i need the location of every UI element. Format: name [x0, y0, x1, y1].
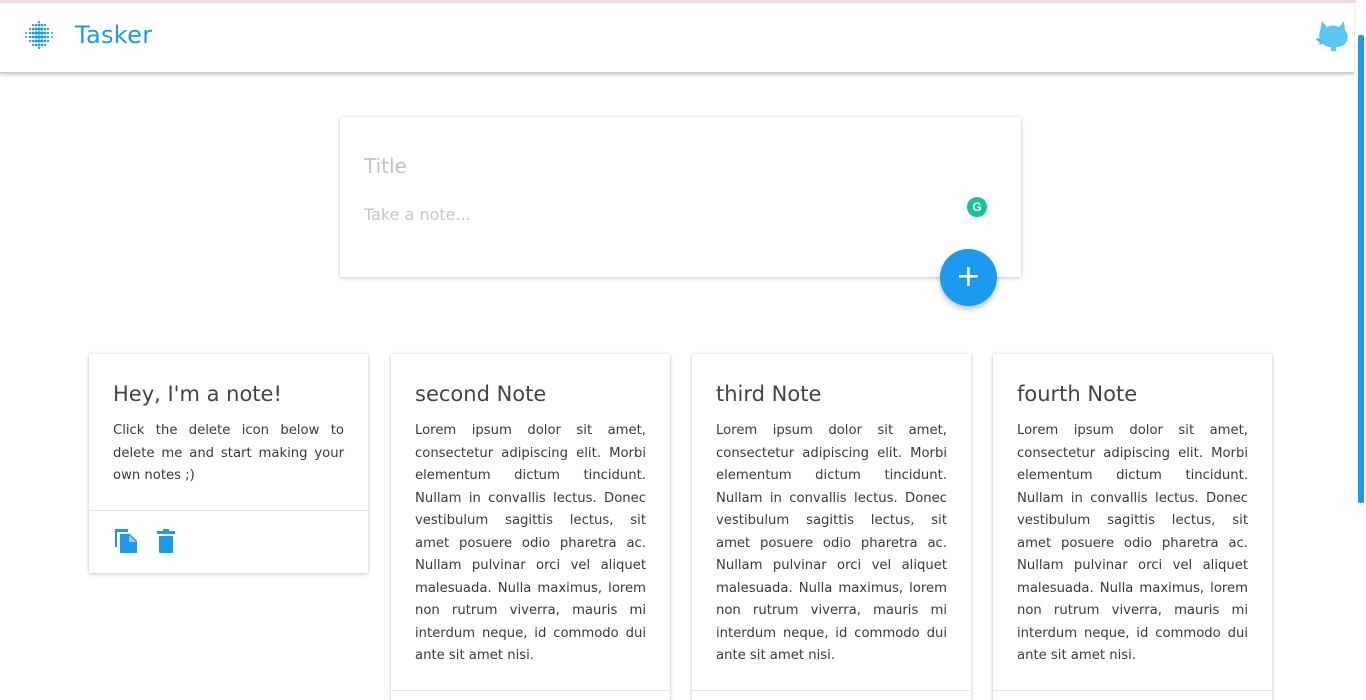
scroll-thumb[interactable] — [1358, 35, 1364, 503]
app-bar: Tasker — [0, 3, 1354, 73]
note-divider — [993, 690, 1272, 691]
delete-button[interactable] — [153, 527, 179, 555]
note-composer: G — [340, 117, 1021, 277]
note-input[interactable] — [364, 205, 944, 231]
note-title: fourth Note — [1017, 382, 1138, 406]
app-title: Tasker — [75, 21, 153, 49]
note-title: second Note — [415, 382, 547, 406]
note-divider — [89, 510, 368, 511]
copy-button[interactable] — [113, 527, 139, 555]
note-divider — [692, 690, 971, 691]
note-title: Hey, I'm a note! — [113, 382, 282, 406]
note-body: Lorem ipsum dolor sit amet, consectetur … — [1017, 423, 1248, 663]
note-body: Click the delete icon below to delete me… — [113, 423, 344, 483]
scrollbar[interactable] — [1356, 0, 1366, 700]
copy-icon — [115, 529, 137, 553]
note-actions — [113, 527, 179, 555]
trash-icon — [157, 529, 175, 553]
add-note-button[interactable]: + — [940, 249, 997, 306]
grammarly-icon[interactable]: G — [967, 197, 987, 217]
title-input[interactable] — [364, 151, 964, 181]
note-divider — [391, 690, 670, 691]
octocat-icon[interactable] — [1314, 15, 1352, 53]
note-card: third Note Lorem ipsum dolor sit amet, c… — [692, 354, 971, 700]
note-body: Lorem ipsum dolor sit amet, consectetur … — [716, 423, 947, 663]
note-body: Lorem ipsum dolor sit amet, consectetur … — [415, 423, 646, 663]
note-card: fourth Note Lorem ipsum dolor sit amet, … — [993, 354, 1272, 700]
note-title: third Note — [716, 382, 822, 406]
note-card: Hey, I'm a note! Click the delete icon b… — [89, 354, 368, 573]
note-card: second Note Lorem ipsum dolor sit amet, … — [391, 354, 670, 700]
dot-grid-logo-icon[interactable] — [24, 20, 54, 50]
